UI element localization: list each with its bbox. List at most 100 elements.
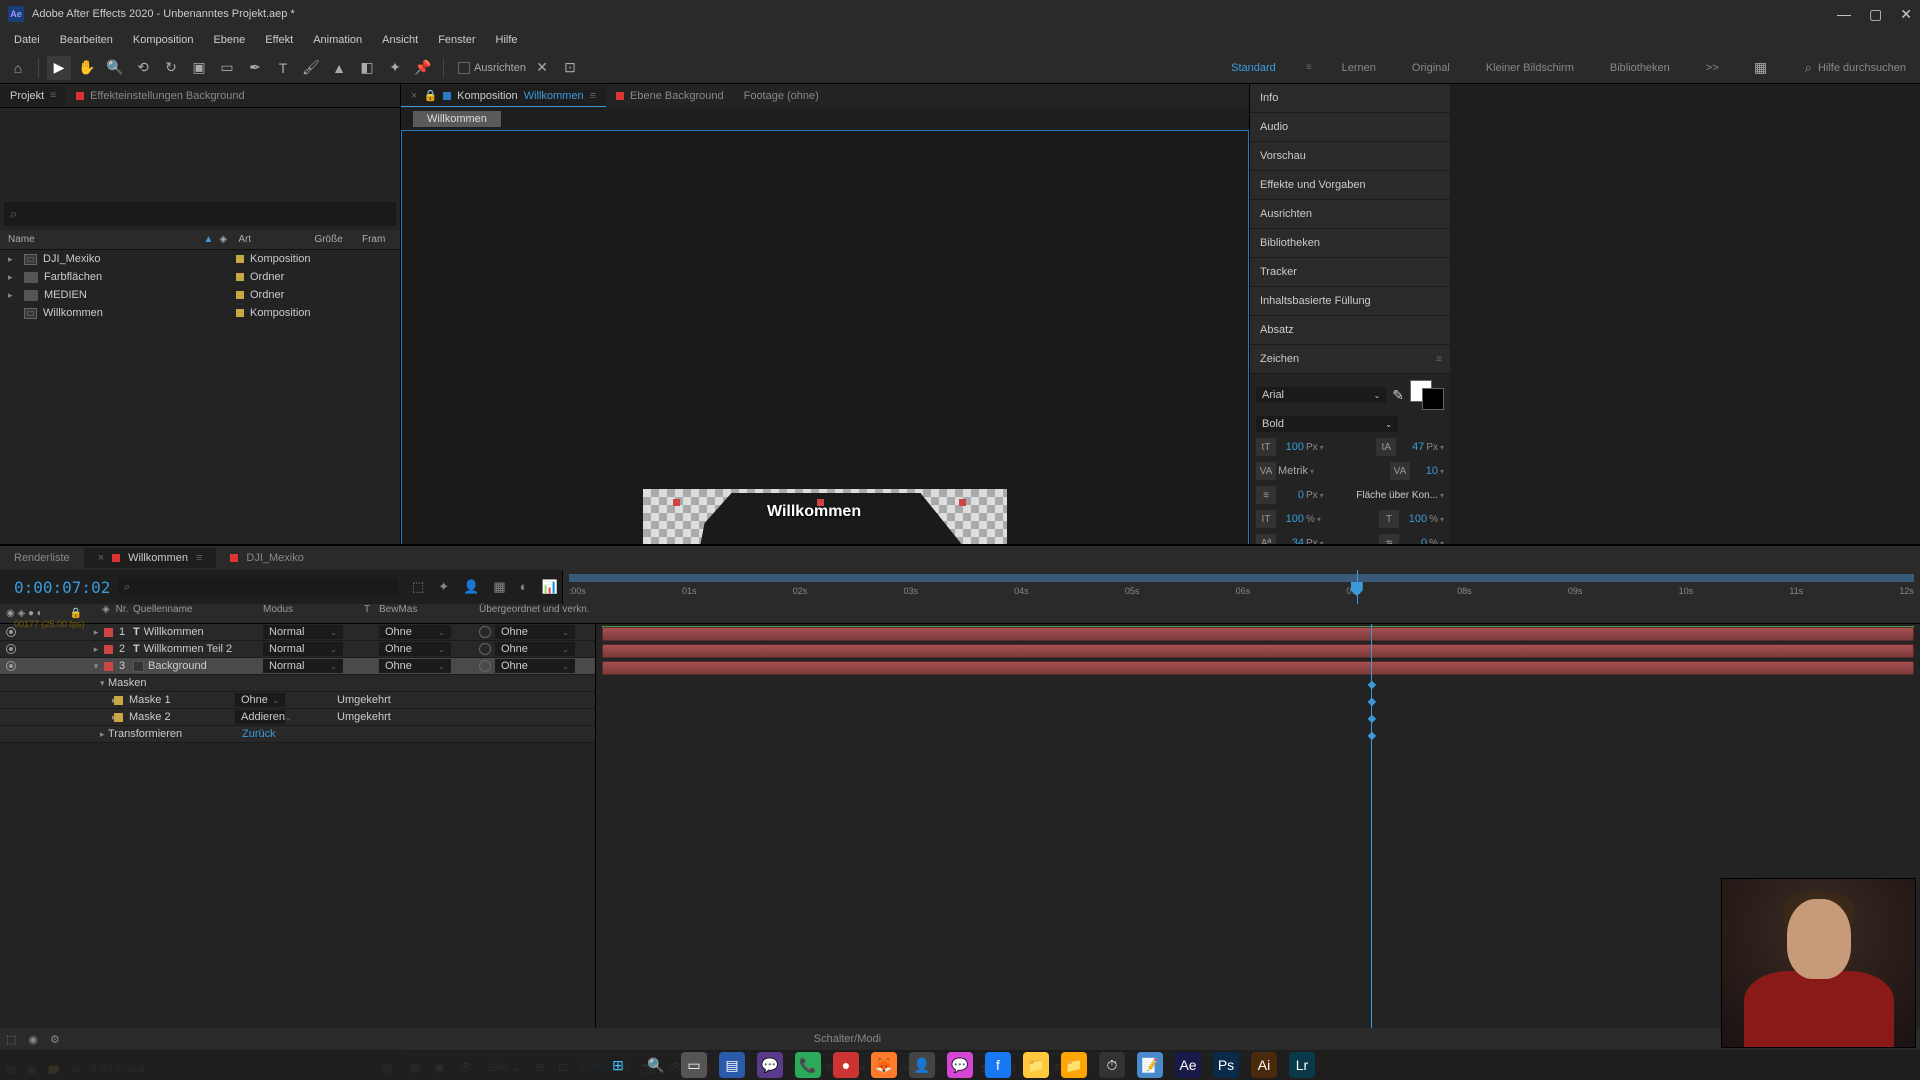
mask-color[interactable] xyxy=(114,696,123,705)
blend-mode-select[interactable]: Normal⌄ xyxy=(263,625,343,639)
project-item[interactable]: ▸MEDIENOrdner xyxy=(0,286,400,304)
mask-name[interactable]: Maske 2 xyxy=(129,711,171,723)
timeline-search[interactable]: ⌕ xyxy=(118,578,398,596)
taskbar-app[interactable]: ● xyxy=(833,1052,859,1078)
trkmat-select[interactable]: Ohne⌄ xyxy=(379,659,451,673)
pickwhip-icon[interactable] xyxy=(479,643,491,655)
draft-3d-toggle[interactable]: ✦ xyxy=(438,579,449,595)
menu-komposition[interactable]: Komposition xyxy=(125,32,202,48)
twirl-icon[interactable]: ▾ xyxy=(90,661,102,672)
text-tool[interactable]: T xyxy=(271,56,295,80)
taskbar-explorer[interactable]: 📁 xyxy=(1023,1052,1049,1078)
keyframe-marker[interactable] xyxy=(1367,732,1375,740)
pickwhip-icon[interactable] xyxy=(479,626,491,638)
menu-fenster[interactable]: Fenster xyxy=(430,32,483,48)
taskbar-aftereffects[interactable]: Ae xyxy=(1175,1052,1201,1078)
taskbar-app[interactable]: ▤ xyxy=(719,1052,745,1078)
panel-bibliotheken[interactable]: Bibliotheken xyxy=(1250,229,1450,258)
workspace-grid-icon[interactable]: ▦ xyxy=(1749,56,1773,80)
twirl-icon[interactable]: ▾ xyxy=(90,678,102,689)
task-view-button[interactable]: ▭ xyxy=(681,1052,707,1078)
eyedropper-icon[interactable]: ✎ xyxy=(1392,387,1404,404)
layer-viewer-tab[interactable]: Ebene Background xyxy=(606,86,734,106)
layer-name[interactable]: Background xyxy=(129,660,259,672)
workspace-original[interactable]: Original xyxy=(1406,58,1456,78)
parent-select[interactable]: Ohne⌄ xyxy=(495,642,575,656)
help-search[interactable]: ⌕ Hilfe durchsuchen xyxy=(1797,60,1914,76)
panel-audio[interactable]: Audio xyxy=(1250,113,1450,142)
layer-row[interactable]: ▸ 1 TWillkommen Normal⌄ Ohne⌄ Ohne⌄ xyxy=(0,624,595,641)
orbit-tool[interactable]: ⟲ xyxy=(131,56,155,80)
taskbar-obs[interactable]: ⏱ xyxy=(1099,1052,1125,1078)
label-color[interactable] xyxy=(104,628,113,637)
title-text-layer[interactable]: Willkommen xyxy=(767,503,861,521)
trkmat-select[interactable]: Ohne⌄ xyxy=(379,642,451,656)
taskbar-firefox[interactable]: 🦊 xyxy=(871,1052,897,1078)
workspace-klein[interactable]: Kleiner Bildschirm xyxy=(1480,58,1580,78)
toggle-modes-icon[interactable]: ◉ xyxy=(28,1033,38,1046)
start-button[interactable]: ⊞ xyxy=(605,1052,631,1078)
eye-icon[interactable] xyxy=(6,644,16,654)
taskbar-facebook[interactable]: f xyxy=(985,1052,1011,1078)
panel-ausrichten[interactable]: Ausrichten xyxy=(1250,200,1450,229)
project-search[interactable]: ⌕ xyxy=(4,202,396,226)
parent-select[interactable]: Ohne⌄ xyxy=(495,625,575,639)
layer-row[interactable]: ▾ 3 Background Normal⌄ Ohne⌄ Ohne⌄ xyxy=(0,658,595,675)
workspace-menu-icon[interactable]: ≡ xyxy=(1306,62,1312,73)
home-tool[interactable]: ⌂ xyxy=(6,56,30,80)
eraser-tool[interactable]: ◧ xyxy=(355,56,379,80)
twirl-icon[interactable]: ▸ xyxy=(90,644,102,655)
twirl-icon[interactable]: ▸ xyxy=(90,627,102,638)
workspace-lernen[interactable]: Lernen xyxy=(1336,58,1382,78)
taskbar-lightroom[interactable]: Lr xyxy=(1289,1052,1315,1078)
panel-zeichen-header[interactable]: Zeichen≡ xyxy=(1250,345,1450,374)
timeline-tab-dji[interactable]: DJI_Mexiko xyxy=(216,548,317,568)
stamp-tool[interactable]: ▲ xyxy=(327,56,351,80)
taskbar-app[interactable]: 📝 xyxy=(1137,1052,1163,1078)
motion-blur-toggle[interactable]: ◐ xyxy=(520,579,528,595)
col-quellenname[interactable]: Quellenname xyxy=(129,604,259,623)
panel-info[interactable]: Info xyxy=(1250,84,1450,113)
layer-name[interactable]: TWillkommen Teil 2 xyxy=(129,643,259,655)
eye-icon[interactable] xyxy=(6,627,16,637)
maximize-button[interactable]: ▢ xyxy=(1869,6,1882,23)
panel-inhaltsbasiert[interactable]: Inhaltsbasierte Füllung xyxy=(1250,287,1450,316)
mask-row[interactable]: ▸ Maske 1 Ohne⌄ Umgekehrt xyxy=(0,692,595,709)
menu-ebene[interactable]: Ebene xyxy=(205,32,253,48)
menu-bearbeiten[interactable]: Bearbeiten xyxy=(52,32,121,48)
comp-viewer-tab[interactable]: ×🔒 Komposition Willkommen ≡ xyxy=(401,85,606,107)
timeline-tab-willkommen[interactable]: ×Willkommen≡ xyxy=(84,548,217,568)
color-swatch[interactable] xyxy=(1410,380,1444,410)
workspace-bibliotheken[interactable]: Bibliotheken xyxy=(1604,58,1676,78)
align-toggle[interactable]: Ausrichten xyxy=(458,62,526,74)
snap-tool[interactable]: ✕ xyxy=(530,56,554,80)
render-queue-tab[interactable]: Renderliste xyxy=(0,548,84,568)
rect-tool[interactable]: ▭ xyxy=(215,56,239,80)
footage-viewer-tab[interactable]: Footage (ohne) xyxy=(734,86,829,106)
current-time[interactable]: 0:00:07:02 xyxy=(0,578,114,597)
font-weight-select[interactable]: Bold⌄ xyxy=(1256,416,1398,432)
twirl-icon[interactable]: ▸ xyxy=(90,729,102,740)
masks-group[interactable]: ▾ Masken xyxy=(0,675,595,692)
minimize-button[interactable]: — xyxy=(1837,6,1851,23)
panel-effekte[interactable]: Effekte und Vorgaben xyxy=(1250,171,1450,200)
fill-option-select[interactable]: Fläche über Kon...▾ xyxy=(1356,490,1444,501)
col-art[interactable]: Art xyxy=(238,234,314,245)
mask-vertex[interactable] xyxy=(959,499,966,506)
keyframe-marker[interactable] xyxy=(1367,698,1375,706)
keyframe-marker[interactable] xyxy=(1367,715,1375,723)
switches-modes-label[interactable]: Schalter/Modi xyxy=(814,1033,881,1045)
roto-tool[interactable]: ✦ xyxy=(383,56,407,80)
snap-grid-tool[interactable]: ⊡ xyxy=(558,56,582,80)
kerning-input[interactable]: VAMetrik▾ xyxy=(1256,462,1314,480)
comp-mini-flowchart[interactable]: ⬚ xyxy=(412,579,424,595)
menu-hilfe[interactable]: Hilfe xyxy=(488,32,526,48)
layer-row[interactable]: ▸ 2 TWillkommen Teil 2 Normal⌄ Ohne⌄ Ohn… xyxy=(0,641,595,658)
mask-vertex[interactable] xyxy=(673,499,680,506)
parent-select[interactable]: Ohne⌄ xyxy=(495,659,575,673)
label-color[interactable] xyxy=(104,662,113,671)
invert-label[interactable]: Umgekehrt xyxy=(331,694,391,706)
layer-name[interactable]: TWillkommen xyxy=(129,626,259,638)
frame-blend-toggle[interactable]: ▦ xyxy=(493,579,505,595)
trkmat-select[interactable]: Ohne⌄ xyxy=(379,625,451,639)
